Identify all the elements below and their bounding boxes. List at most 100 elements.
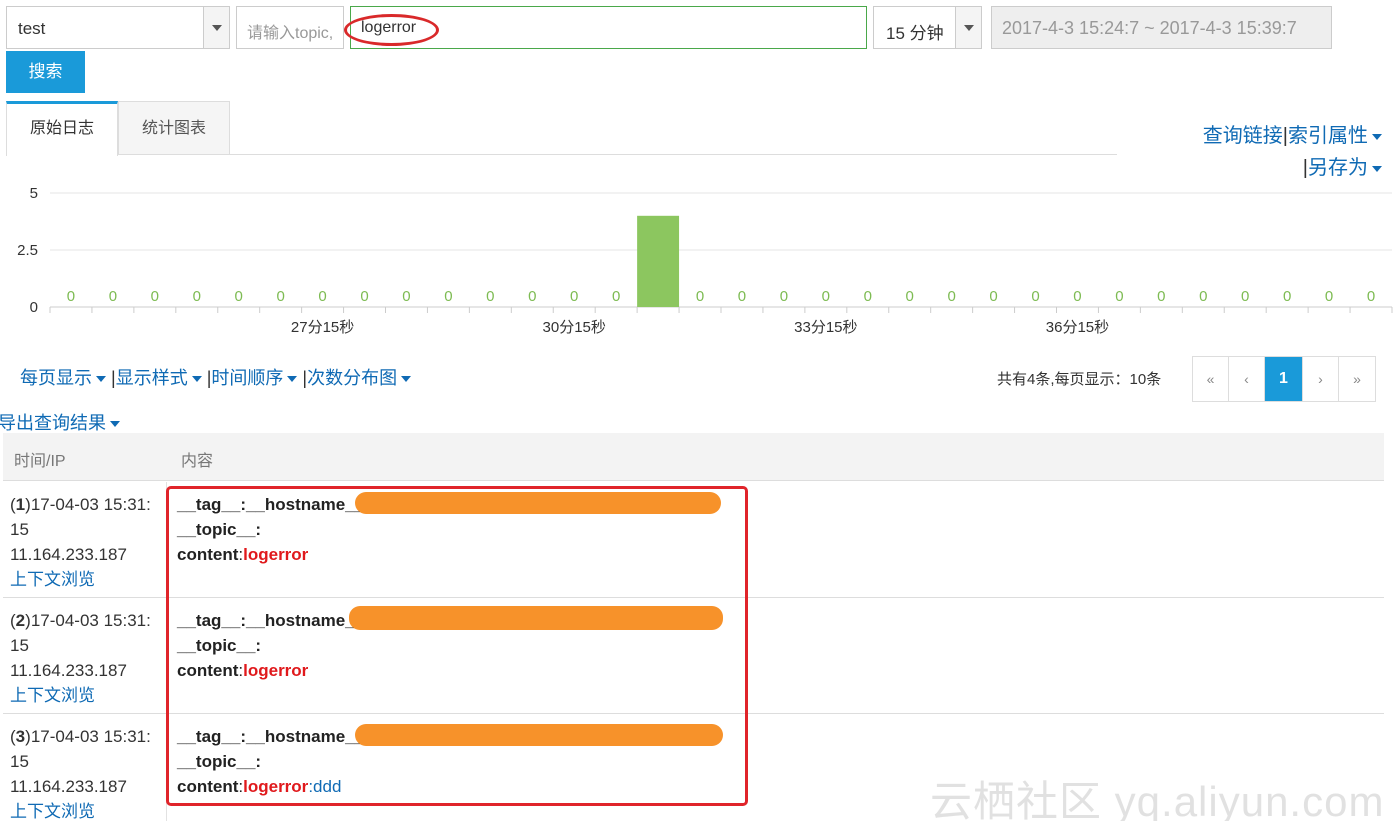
time-range-display[interactable]: 2017-4-3 15:24:7 ~ 2017-4-3 15:39:7 [991,6,1332,49]
logstore-select[interactable]: test [6,6,230,49]
row-time-cell: (1)17-04-03 15:31: 15 11.164.233.187 上下文… [10,495,151,589]
pagination: « ‹ 1 › » [1192,356,1376,402]
tab-stat-chart[interactable]: 统计图表 [118,101,230,155]
top-links-row-1: 查询链接|索引属性 [1203,119,1382,148]
watermark: 云栖社区 yq.aliyun.com [930,778,1385,821]
topic-placeholder: 请输入topic, [247,25,334,42]
bar-value-label: 0 [402,288,410,305]
context-browse-link[interactable]: 上下文浏览 [10,686,95,705]
total-count: 共有4条,每页显示：10条 [997,371,1162,388]
index-attribute-link[interactable]: 索引属性 [1288,125,1368,147]
first-page-button[interactable]: « [1193,357,1229,401]
page-1-button[interactable]: 1 [1265,357,1303,401]
table-header: 时间/IP 内容 [3,433,1384,481]
row-index: 1 [15,495,26,514]
bar-value-label: 0 [1283,288,1291,305]
histogram-bar [637,215,680,307]
bar-value-label: 0 [612,288,620,305]
annotation-ellipse [344,14,439,46]
row-index: 3 [15,727,26,746]
per-page-menu[interactable]: 每页显示 [20,368,92,388]
bar-value-label: 0 [696,288,704,305]
bar-value-label: 0 [1073,288,1081,305]
bar-value-label: 0 [486,288,494,305]
topic-input[interactable]: 请输入topic, [236,6,344,49]
caret-down-icon[interactable] [401,376,412,383]
bar-value-label: 0 [989,288,997,305]
row-time-cell: (3)17-04-03 15:31: 15 11.164.233.187 上下文… [10,727,151,821]
bar-value-label: 0 [1367,288,1375,305]
x-tick-label: 33分15秒 [794,319,857,336]
top-links-row-2: |另存为 [1303,151,1382,180]
x-tick-label: 36分15秒 [1046,319,1109,336]
distribution-menu[interactable]: 次数分布图 [307,368,397,388]
caret-down-icon[interactable] [287,376,298,383]
bar-value-label: 0 [235,288,243,305]
column-header-content: 内容 [181,453,214,470]
bar-value-label: 0 [276,288,284,305]
bar-value-label: 0 [444,288,452,305]
y-tick-label: 2.5 [17,242,38,259]
row-ip: 11.164.233.187 [10,777,127,796]
bar-value-label: 0 [947,288,955,305]
row-index: 2 [15,611,26,630]
bar-value-label: 0 [1325,288,1333,305]
row-time: 17-04-03 15:31: [30,727,151,746]
display-style-menu[interactable]: 显示样式 [116,368,188,388]
bar-value-label: 0 [318,288,326,305]
caret-down-icon[interactable] [1372,165,1382,172]
bar-value-label: 0 [738,288,746,305]
bar-value-label: 0 [1115,288,1123,305]
search-button[interactable]: 搜索 [6,51,85,93]
y-tick-label: 5 [30,185,38,202]
x-tick-label: 30分15秒 [543,319,606,336]
query-link[interactable]: 查询链接 [1203,125,1283,147]
bar-value-label: 0 [780,288,788,305]
export-results-menu[interactable]: 导出查询结果 [0,409,120,435]
bar-value-label: 0 [109,288,117,305]
bar-value-label: 0 [864,288,872,305]
bar-value-label: 0 [906,288,914,305]
annotation-highlight-box [166,486,748,806]
logstore-value: test [18,19,46,38]
chevron-down-icon[interactable] [955,7,981,48]
bar-value-label: 0 [1241,288,1249,305]
row-time-cont: 15 [10,752,29,771]
export-label: 导出查询结果 [0,413,106,433]
bar-value-label: 0 [528,288,536,305]
log-histogram: 0 2.5 5 0 0 0 0 0 0 0 0 0 0 0 0 0 0 0 0 0 0 0 0 0 0 0 0 0 0 0 0 0 0 0 27分1… [17,185,1393,336]
save-as-link[interactable]: 另存为 [1308,157,1368,179]
next-page-button[interactable]: › [1303,357,1339,401]
row-ip: 11.164.233.187 [10,545,127,564]
y-tick-label: 0 [30,299,38,316]
bar-value-label: 0 [822,288,830,305]
chevron-down-icon[interactable] [203,7,229,48]
caret-down-icon[interactable] [1372,133,1382,140]
bar-value-label: 0 [1157,288,1165,305]
row-time: 17-04-03 15:31: [30,495,151,514]
bar-value-label: 0 [193,288,201,305]
time-range-value: 2017-4-3 15:24:7 ~ 2017-4-3 15:39:7 [1002,18,1297,38]
bar-value-label: 0 [151,288,159,305]
prev-page-button[interactable]: ‹ [1229,357,1265,401]
row-ip: 11.164.233.187 [10,661,127,680]
x-tick-label: 27分15秒 [291,319,354,336]
time-range-select[interactable]: 15 分钟 [873,6,982,49]
result-options: 每页显示 |显示样式 |时间顺序 |次数分布图 [20,364,412,390]
caret-down-icon[interactable] [110,421,120,428]
row-time-cont: 15 [10,520,29,539]
context-browse-link[interactable]: 上下文浏览 [10,802,95,821]
bar-value-label: 0 [1199,288,1207,305]
bar-value-label: 0 [67,288,75,305]
row-time: 17-04-03 15:31: [30,611,151,630]
last-page-button[interactable]: » [1339,357,1375,401]
context-browse-link[interactable]: 上下文浏览 [10,570,95,589]
bar-value-label: 0 [360,288,368,305]
tab-raw-logs[interactable]: 原始日志 [6,101,118,156]
caret-down-icon[interactable] [191,376,202,383]
caret-down-icon[interactable] [96,376,106,383]
row-time-cell: (2)17-04-03 15:31: 15 11.164.233.187 上下文… [10,611,151,705]
time-option-value: 15 分钟 [886,24,944,43]
time-order-menu[interactable]: 时间顺序 [211,368,283,388]
bar-value-label: 0 [570,288,578,305]
